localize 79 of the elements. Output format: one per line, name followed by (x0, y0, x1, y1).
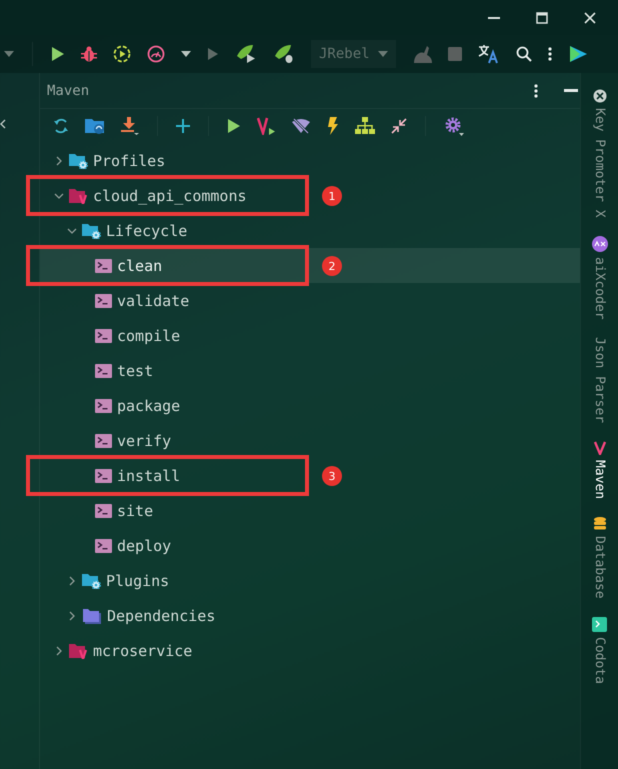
hierarchy-icon[interactable] (355, 117, 375, 135)
side-tab[interactable]: Maven (592, 441, 607, 500)
maven-folder-icon (69, 188, 88, 204)
side-tab[interactable]: Json Parser (592, 337, 607, 424)
tree-item[interactable]: Plugins (40, 563, 318, 598)
chevron-left-icon[interactable] (0, 119, 6, 129)
tree-item[interactable]: package (40, 388, 318, 423)
chevron-right-icon[interactable] (56, 156, 62, 166)
tree-item[interactable]: cloud_api_commons (40, 178, 318, 213)
maven-icon (594, 441, 606, 456)
folder-gear-icon (69, 152, 88, 168)
run-icon (207, 47, 219, 61)
coverage-run-icon[interactable] (113, 45, 131, 63)
tree-item[interactable]: mcroservice (40, 633, 318, 668)
side-tab[interactable]: Codota (592, 617, 607, 684)
callout-number: 3 (322, 466, 342, 486)
terminal-icon (95, 294, 112, 308)
terminal-icon (95, 434, 112, 448)
tree-item[interactable]: test (40, 353, 318, 388)
tree-item[interactable]: validate (40, 283, 318, 318)
terminal-icon (95, 538, 112, 552)
caret-icon (378, 51, 388, 57)
panel-title: Maven (47, 82, 90, 98)
rocket-run-icon[interactable] (235, 44, 257, 64)
bug-icon[interactable] (81, 46, 97, 62)
tree-item[interactable]: verify (40, 423, 318, 458)
tree-item[interactable]: site (40, 493, 318, 528)
translate-icon[interactable] (478, 44, 500, 64)
tree-item[interactable]: install (40, 458, 318, 493)
add-icon[interactable] (176, 119, 190, 133)
tree-item[interactable]: compile (40, 318, 318, 353)
terminal-icon (95, 258, 112, 272)
settings-icon[interactable] (444, 116, 464, 136)
lightning-icon[interactable] (327, 117, 339, 135)
folder-icon (82, 608, 102, 624)
terminal-icon (95, 364, 112, 378)
caret-icon[interactable] (181, 51, 191, 57)
side-tab[interactable]: aiXcoder (592, 236, 608, 320)
tree-item[interactable]: clean (40, 248, 318, 283)
tree-item[interactable]: deploy (40, 528, 318, 563)
folder-gear-icon (82, 572, 101, 588)
collapse-all-icon[interactable] (391, 118, 407, 134)
stop-icon (448, 47, 462, 61)
tree-item[interactable]: Profiles (40, 143, 318, 178)
run-icon[interactable] (51, 46, 65, 62)
download-icon[interactable] (121, 117, 139, 135)
app-logo-icon[interactable] (568, 44, 588, 64)
offline-icon[interactable] (291, 118, 311, 134)
callout-number: 2 (322, 256, 342, 276)
terminal-icon (95, 398, 112, 412)
chevron-down-icon[interactable] (66, 228, 76, 234)
terminal-icon (95, 328, 112, 342)
rocket-debug-icon[interactable] (273, 44, 295, 64)
search-icon[interactable] (516, 46, 532, 62)
more-icon[interactable] (548, 47, 552, 61)
gauge-icon[interactable] (147, 45, 165, 63)
side-tab[interactable]: Key Promoter X (592, 89, 607, 218)
chevron-right-icon[interactable] (56, 646, 62, 656)
database-icon (594, 517, 606, 532)
terminal-icon (95, 468, 112, 482)
maven-run-icon[interactable] (257, 117, 275, 135)
callout-number: 1 (322, 186, 342, 206)
terminal-icon (95, 504, 112, 518)
side-tab[interactable]: Database (592, 517, 607, 600)
more-icon[interactable] (534, 84, 538, 98)
run-icon[interactable] (227, 118, 241, 134)
dropdown-caret-icon[interactable] (4, 51, 14, 57)
maven-folder-icon (69, 642, 88, 658)
folder-sync-icon[interactable] (85, 117, 105, 135)
maximize-icon[interactable] (536, 12, 548, 24)
refresh-icon[interactable] (53, 117, 69, 135)
tree-item[interactable]: Lifecycle (40, 213, 318, 248)
terminal-icon (592, 617, 607, 632)
chevron-down-icon[interactable] (54, 192, 64, 198)
chevron-right-icon[interactable] (68, 576, 74, 586)
chevron-right-icon[interactable] (68, 610, 74, 620)
tree-item[interactable]: Dependencies (40, 598, 318, 633)
folder-gear-icon (82, 222, 101, 238)
close-icon[interactable] (584, 12, 596, 24)
